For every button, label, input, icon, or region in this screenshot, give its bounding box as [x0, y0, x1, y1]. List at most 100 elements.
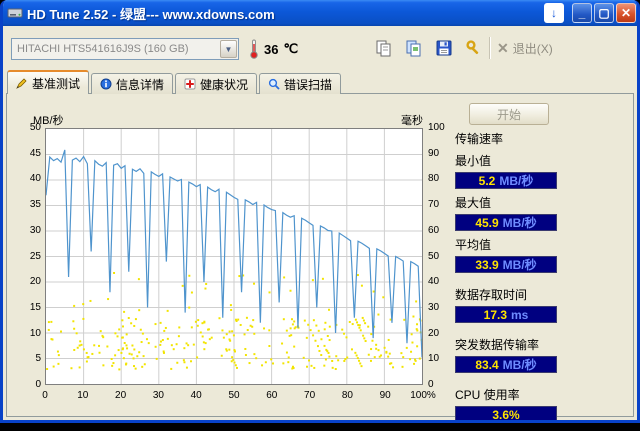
- burst-rate-box: 83.4 MB/秒: [455, 356, 557, 373]
- exit-label: 退出(X): [512, 41, 553, 56]
- thermometer-icon: [249, 39, 259, 59]
- download-icon[interactable]: ↓: [544, 3, 564, 23]
- tick-label: 70: [304, 390, 316, 401]
- right-axis-ticks: 100 90 80 70 60 50 40 30 20 10 0: [428, 122, 452, 390]
- tab-info[interactable]: 信息详情: [91, 73, 174, 94]
- dropdown-arrow-icon[interactable]: ▼: [220, 40, 237, 58]
- minimize-button[interactable]: _: [572, 3, 592, 23]
- tick-label: 30: [29, 224, 41, 236]
- benchmark-plot: [45, 128, 423, 385]
- temperature-unit: ℃: [283, 41, 299, 56]
- min-label: 最小值: [455, 154, 492, 168]
- tick-label: 80: [428, 173, 440, 185]
- tick-label: 50: [228, 390, 240, 401]
- avg-value: 33.9: [475, 257, 499, 272]
- tick-label: 40: [190, 390, 202, 401]
- min-value-box: 5.2 MB/秒: [455, 172, 557, 189]
- max-value: 45.9: [475, 215, 499, 230]
- tab-benchmark[interactable]: 基准测试: [7, 70, 90, 94]
- access-time-box: 17.3 ms: [455, 306, 557, 323]
- left-axis-ticks: 50 45 40 35 30 25 20 15 10 5 0: [19, 122, 41, 390]
- info-tab-icon: [100, 78, 112, 90]
- results-panel: 传输速率 最小值 5.2 MB/秒 最大值 45.9 MB/秒 平均值 33.9…: [455, 130, 557, 422]
- max-unit: MB/秒: [502, 216, 537, 230]
- tick-label: 30: [152, 390, 164, 401]
- max-value-box: 45.9 MB/秒: [455, 214, 557, 231]
- tick-label: 0: [35, 379, 41, 390]
- tick-label: 10: [428, 353, 440, 365]
- axis-right-title: 毫秒: [401, 115, 423, 127]
- tick-label: 100%: [410, 390, 436, 401]
- tick-label: 80: [341, 390, 353, 401]
- tick-label: 50: [29, 122, 41, 133]
- drive-select-value: HITACHI HTS541616J9S (160 GB): [17, 43, 189, 55]
- scan-tab-icon: [268, 78, 280, 90]
- burst-rate-value: 83.4: [475, 357, 499, 372]
- tick-label: 90: [428, 147, 440, 159]
- access-time-value: 17.3: [483, 307, 507, 322]
- toolbar: HITACHI HTS541616J9S (160 GB) ▼ 36 ℃ ✕ 退…: [3, 26, 637, 68]
- cpu-usage-label: CPU 使用率: [455, 388, 520, 402]
- maximize-button[interactable]: ▢: [594, 3, 614, 23]
- tick-label: 100: [428, 122, 445, 133]
- access-time-unit: ms: [511, 307, 529, 322]
- window-title: HD Tune 2.52 - 绿盟--- www.xdowns.com: [27, 6, 275, 22]
- avg-value-box: 33.9 MB/秒: [455, 256, 557, 273]
- close-button[interactable]: ✕: [616, 3, 636, 23]
- temperature-readout: 36 ℃: [249, 38, 298, 60]
- cpu-usage-value: 3.6%: [492, 407, 520, 422]
- tab-error-scan-label: 错误扫描: [284, 77, 333, 92]
- copy-icon: [375, 39, 393, 57]
- settings-button[interactable]: [461, 35, 487, 61]
- access-time-label: 数据存取时间: [455, 288, 528, 302]
- tick-label: 0: [428, 379, 434, 390]
- avg-label: 平均值: [455, 238, 492, 252]
- burst-rate-unit: MB/秒: [502, 358, 537, 372]
- temperature-value: 36: [264, 41, 279, 57]
- tab-info-label: 信息详情: [116, 77, 165, 92]
- x-axis-ticks: 0 10 20 30 40 50 60 70 80 90 100%: [42, 390, 436, 404]
- hdtune-window: HD Tune 2.52 - 绿盟--- www.xdowns.com ↓ _ …: [0, 0, 640, 423]
- tick-label: 40: [428, 276, 440, 288]
- tick-label: 30: [428, 301, 440, 313]
- tab-error-scan[interactable]: 错误扫描: [259, 73, 342, 94]
- min-unit: MB/秒: [499, 174, 534, 188]
- tick-label: 50: [428, 250, 440, 262]
- avg-unit: MB/秒: [502, 258, 537, 272]
- tick-label: 0: [42, 390, 48, 401]
- burst-rate-label: 突发数据传输率: [455, 338, 540, 352]
- save-icon: [435, 39, 453, 57]
- drive-select[interactable]: HITACHI HTS541616J9S (160 GB) ▼: [11, 38, 239, 60]
- save-button[interactable]: [431, 35, 457, 61]
- title-bar[interactable]: HD Tune 2.52 - 绿盟--- www.xdowns.com ↓ _ …: [3, 0, 637, 26]
- tick-label: 20: [115, 390, 127, 401]
- tab-health[interactable]: 健康状况: [175, 73, 258, 94]
- hdd-app-icon: [7, 5, 23, 21]
- tick-label: 70: [428, 199, 440, 211]
- tick-label: 20: [428, 327, 440, 339]
- transfer-rate-header: 传输速率: [455, 132, 504, 146]
- copy-button[interactable]: [371, 35, 397, 61]
- exit-x-icon: ✕: [497, 39, 509, 56]
- copy-image-icon: [405, 39, 423, 57]
- tab-benchmark-label: 基准测试: [32, 76, 81, 91]
- exit-button[interactable]: ✕ 退出(X): [497, 35, 553, 61]
- tick-label: 45: [29, 147, 41, 159]
- tick-label: 90: [379, 390, 391, 401]
- tick-label: 20: [29, 276, 41, 288]
- toolbar-buttons: [371, 35, 487, 61]
- cpu-usage-box: 3.6%: [455, 406, 557, 422]
- tab-health-label: 健康状况: [200, 77, 249, 92]
- start-button[interactable]: 开始: [469, 103, 549, 125]
- copy-image-button[interactable]: [401, 35, 427, 61]
- tick-label: 35: [29, 199, 41, 211]
- health-tab-icon: [184, 78, 196, 90]
- desktop-screen: HD Tune 2.52 - 绿盟--- www.xdowns.com ↓ _ …: [0, 0, 640, 431]
- settings-icon: [465, 39, 483, 57]
- benchmark-tab-icon: [16, 77, 28, 89]
- tick-label: 5: [35, 353, 41, 365]
- tick-label: 10: [29, 327, 41, 339]
- max-label: 最大值: [455, 196, 492, 210]
- tick-label: 40: [29, 173, 41, 185]
- tick-label: 60: [428, 224, 440, 236]
